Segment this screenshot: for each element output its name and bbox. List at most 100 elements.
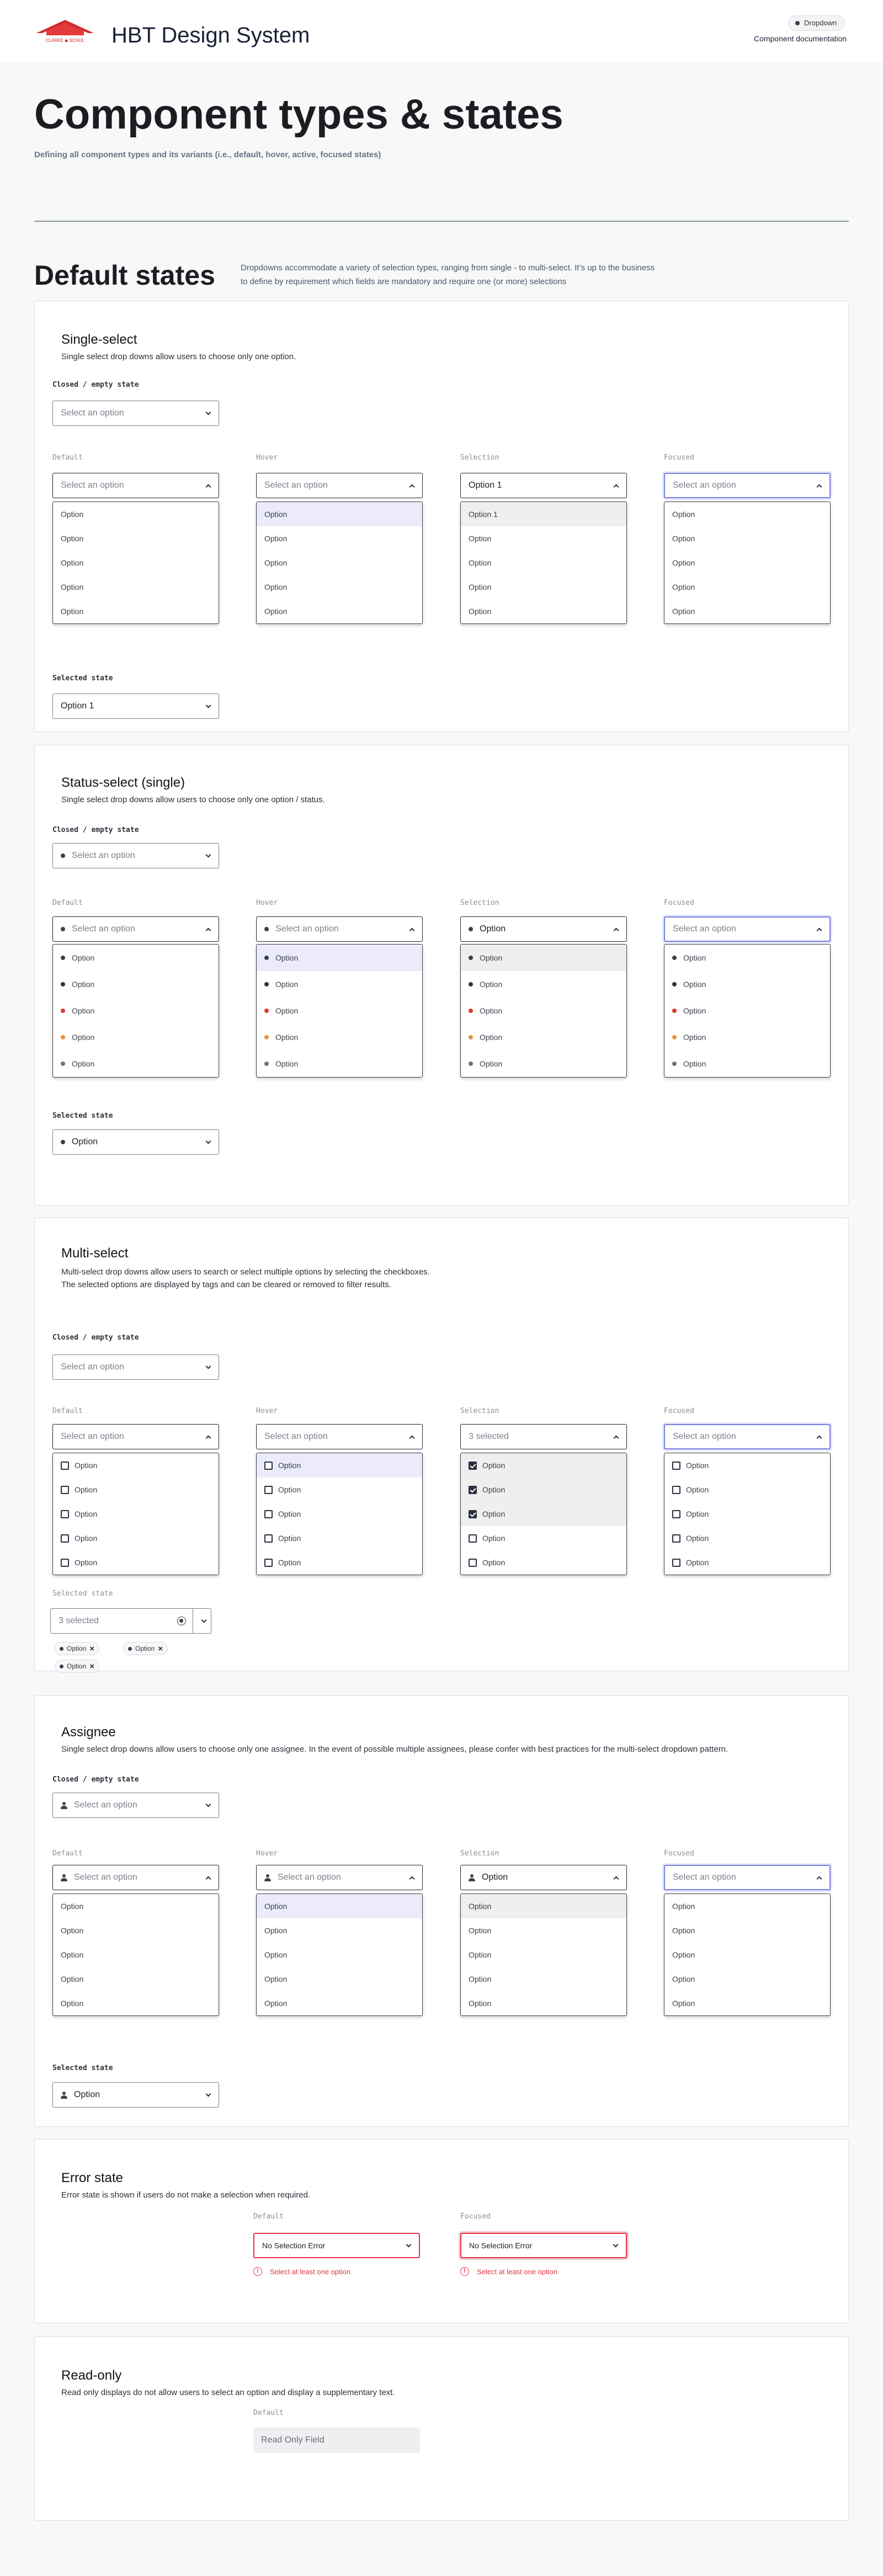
menu-option[interactable]: Option — [461, 1502, 626, 1526]
menu-option[interactable]: Option — [257, 1024, 422, 1050]
menu-option[interactable]: Option — [461, 971, 626, 998]
checkbox-icon[interactable] — [264, 1461, 273, 1470]
menu-option[interactable]: Option — [53, 1453, 219, 1478]
checkbox-icon[interactable] — [264, 1485, 273, 1494]
documentation-link[interactable]: Component documentation — [754, 34, 847, 43]
menu-option[interactable]: Option — [257, 599, 422, 623]
menu-option[interactable]: Option — [664, 502, 830, 526]
menu-option[interactable]: Option — [53, 1478, 219, 1502]
menu-option[interactable]: Option — [461, 1918, 626, 1943]
checkbox-checked-icon[interactable] — [469, 1485, 477, 1494]
menu-option[interactable]: Option — [257, 971, 422, 998]
menu-option[interactable]: Option — [257, 1943, 422, 1967]
menu-option[interactable]: Option — [53, 1991, 219, 2015]
menu-option[interactable]: Option — [257, 1526, 422, 1550]
menu-option[interactable]: Option — [664, 1918, 830, 1943]
checkbox-icon[interactable] — [469, 1558, 477, 1567]
menu-option[interactable]: Option — [664, 1550, 830, 1575]
menu-option[interactable]: Option — [257, 575, 422, 599]
checkbox-icon[interactable] — [672, 1534, 680, 1543]
menu-option[interactable]: Option — [257, 1453, 422, 1478]
multi-select-hover[interactable]: Select an option — [256, 1424, 423, 1449]
menu-option[interactable]: Option — [53, 575, 219, 599]
menu-option[interactable]: Option — [664, 526, 830, 551]
menu-option[interactable]: Option — [53, 1967, 219, 1991]
menu-option[interactable]: Option 1 — [461, 502, 626, 526]
menu-option[interactable]: Option — [53, 551, 219, 575]
multi-select-selected[interactable]: 3 selected — [50, 1608, 211, 1634]
assignee-select-selected[interactable]: Option — [52, 2082, 219, 2108]
single-select-hover[interactable]: Select an option — [256, 473, 423, 498]
single-select-default[interactable]: Select an option — [52, 473, 219, 498]
menu-option[interactable]: Option — [53, 945, 219, 971]
menu-option[interactable]: Option — [257, 945, 422, 971]
checkbox-icon[interactable] — [672, 1485, 680, 1494]
menu-option[interactable]: Option — [53, 1050, 219, 1077]
menu-option[interactable]: Option — [53, 1943, 219, 1967]
menu-option[interactable]: Option — [461, 1991, 626, 2015]
menu-option[interactable]: Option — [53, 971, 219, 998]
menu-option[interactable]: Option — [461, 575, 626, 599]
single-select-selected[interactable]: Option 1 — [52, 694, 219, 719]
menu-option[interactable]: Option — [257, 1894, 422, 1918]
component-pill[interactable]: Dropdown — [788, 15, 845, 31]
menu-option[interactable]: Option — [664, 945, 830, 971]
menu-option[interactable]: Option — [461, 998, 626, 1024]
menu-option[interactable]: Option — [257, 1050, 422, 1077]
menu-option[interactable]: Option — [461, 1478, 626, 1502]
menu-option[interactable]: Option — [257, 1502, 422, 1526]
checkbox-checked-icon[interactable] — [469, 1510, 477, 1518]
multi-select-closed[interactable]: Select an option — [52, 1354, 219, 1380]
assignee-select-selection[interactable]: Option — [460, 1865, 627, 1890]
menu-option[interactable]: Option — [461, 1526, 626, 1550]
menu-option[interactable]: Option — [461, 1967, 626, 1991]
menu-option[interactable]: Option — [664, 971, 830, 998]
menu-option[interactable]: Option — [461, 1894, 626, 1918]
menu-option[interactable]: Option — [53, 1918, 219, 1943]
menu-option[interactable]: Option — [53, 1550, 219, 1575]
multi-select-selection[interactable]: 3 selected — [460, 1424, 627, 1449]
checkbox-icon[interactable] — [264, 1534, 273, 1543]
multi-select-default[interactable]: Select an option — [52, 1424, 219, 1449]
menu-option[interactable]: Option — [257, 1478, 422, 1502]
menu-option[interactable]: Option — [257, 1967, 422, 1991]
clear-icon[interactable] — [177, 1617, 186, 1625]
checkbox-icon[interactable] — [264, 1558, 273, 1567]
checkbox-icon[interactable] — [469, 1534, 477, 1543]
error-select-default[interactable]: No Selection Error — [253, 2233, 420, 2258]
menu-option[interactable]: Option — [664, 575, 830, 599]
checkbox-checked-icon[interactable] — [469, 1461, 477, 1470]
menu-option[interactable]: Option — [664, 998, 830, 1024]
menu-option[interactable]: Option — [461, 551, 626, 575]
checkbox-icon[interactable] — [264, 1510, 273, 1518]
assignee-select-hover[interactable]: Select an option — [256, 1865, 423, 1890]
menu-option[interactable]: Option — [664, 1943, 830, 1967]
menu-option[interactable]: Option — [257, 1991, 422, 2015]
menu-option[interactable]: Option — [664, 599, 830, 623]
remove-tag-icon[interactable]: × — [158, 1644, 163, 1654]
status-select-hover[interactable]: Select an option — [256, 916, 423, 942]
status-select-selection[interactable]: Option — [460, 916, 627, 942]
menu-option[interactable]: Option — [461, 599, 626, 623]
menu-option[interactable]: Option — [664, 1502, 830, 1526]
checkbox-icon[interactable] — [61, 1461, 69, 1470]
single-select-focused[interactable]: Select an option — [664, 473, 831, 498]
checkbox-icon[interactable] — [61, 1534, 69, 1543]
checkbox-icon[interactable] — [672, 1510, 680, 1518]
menu-option[interactable]: Option — [461, 526, 626, 551]
menu-option[interactable]: Option — [461, 1050, 626, 1077]
menu-option[interactable]: Option — [53, 502, 219, 526]
status-select-selected[interactable]: Option — [52, 1129, 219, 1155]
menu-option[interactable]: Option — [664, 1024, 830, 1050]
menu-option[interactable]: Option — [461, 1550, 626, 1575]
menu-option[interactable]: Option — [664, 551, 830, 575]
menu-option[interactable]: Option — [664, 1526, 830, 1550]
error-select-focused[interactable]: No Selection Error — [460, 2233, 627, 2258]
menu-option[interactable]: Option — [664, 1894, 830, 1918]
menu-option[interactable]: Option — [461, 1453, 626, 1478]
menu-option[interactable]: Option — [461, 945, 626, 971]
menu-option[interactable]: Option — [53, 998, 219, 1024]
single-select-selection[interactable]: Option 1 — [460, 473, 627, 498]
menu-option[interactable]: Option — [257, 526, 422, 551]
single-select-closed[interactable]: Select an option — [52, 401, 219, 426]
